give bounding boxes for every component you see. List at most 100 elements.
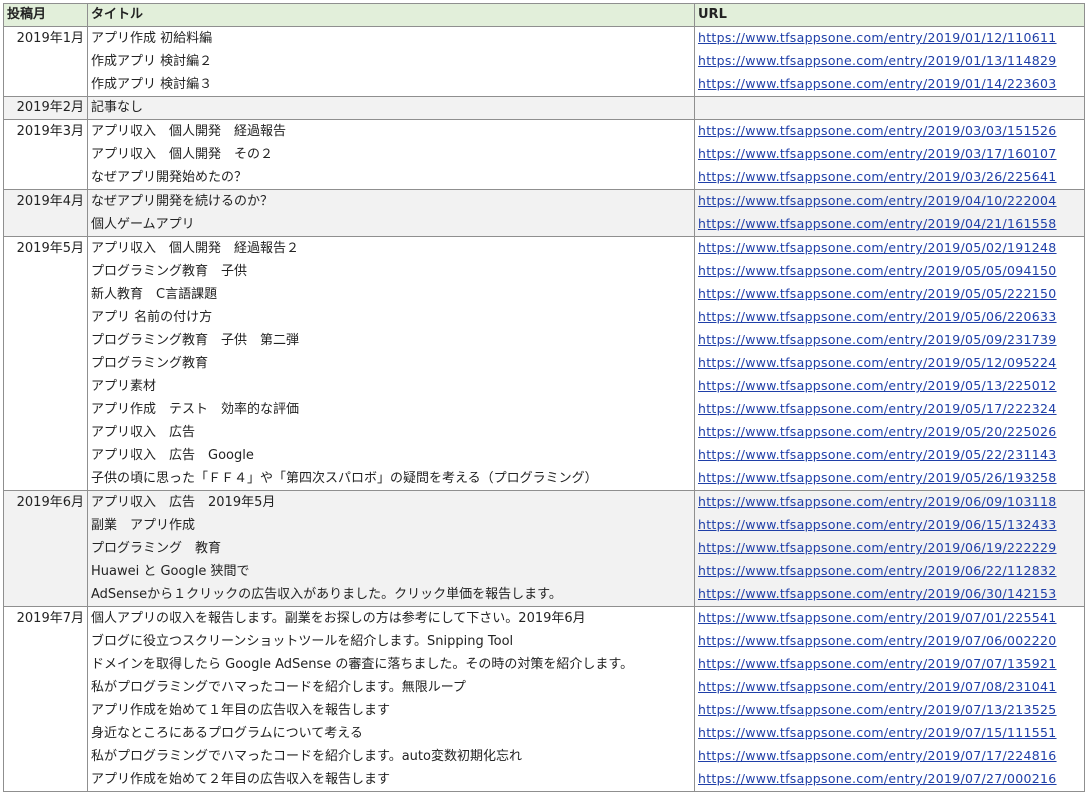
article-link[interactable]: https://www.tfsappsone.com/entry/2019/07… — [698, 771, 1057, 786]
column-header-month[interactable]: 投稿月 — [3, 3, 88, 27]
title-cell[interactable]: アプリ素材 — [87, 375, 695, 398]
title-cell[interactable]: なぜアプリ開発を続けるのか？ — [87, 189, 695, 213]
month-cell[interactable] — [3, 73, 88, 97]
url-cell[interactable] — [694, 96, 1085, 120]
title-cell[interactable]: 個人ゲームアプリ — [87, 213, 695, 237]
month-cell[interactable]: 2019年4月 — [3, 189, 88, 213]
url-cell[interactable]: https://www.tfsappsone.com/entry/2019/05… — [694, 421, 1085, 444]
title-cell[interactable]: アプリ作成を始めて１年目の広告収入を報告します — [87, 699, 695, 722]
article-link[interactable]: https://www.tfsappsone.com/entry/2019/07… — [698, 748, 1057, 763]
article-link[interactable]: https://www.tfsappsone.com/entry/2019/01… — [698, 53, 1057, 68]
article-link[interactable]: https://www.tfsappsone.com/entry/2019/03… — [698, 123, 1057, 138]
url-cell[interactable]: https://www.tfsappsone.com/entry/2019/07… — [694, 653, 1085, 676]
article-link[interactable]: https://www.tfsappsone.com/entry/2019/03… — [698, 146, 1057, 161]
title-cell[interactable]: プログラミング教育 — [87, 352, 695, 375]
url-cell[interactable]: https://www.tfsappsone.com/entry/2019/03… — [694, 166, 1085, 190]
url-cell[interactable]: https://www.tfsappsone.com/entry/2019/04… — [694, 213, 1085, 237]
title-cell[interactable]: アプリ収入 広告 Google — [87, 444, 695, 467]
month-cell[interactable] — [3, 213, 88, 237]
title-cell[interactable]: アプリ作成 テスト 効率的な評価 — [87, 398, 695, 421]
title-cell[interactable]: AdSenseから１クリックの広告収入がありました。クリック単価を報告します。 — [87, 583, 695, 607]
url-cell[interactable]: https://www.tfsappsone.com/entry/2019/04… — [694, 189, 1085, 213]
article-link[interactable]: https://www.tfsappsone.com/entry/2019/05… — [698, 263, 1057, 278]
url-cell[interactable]: https://www.tfsappsone.com/entry/2019/07… — [694, 768, 1085, 792]
url-cell[interactable]: https://www.tfsappsone.com/entry/2019/05… — [694, 352, 1085, 375]
month-cell[interactable] — [3, 722, 88, 745]
title-cell[interactable]: 身近なところにあるプログラムについて考える — [87, 722, 695, 745]
article-link[interactable]: https://www.tfsappsone.com/entry/2019/05… — [698, 378, 1057, 393]
title-cell[interactable]: 子供の頃に思った「ＦＦ４」や「第四次スパロボ」の疑問を考える（プログラミング） — [87, 467, 695, 491]
month-cell[interactable] — [3, 260, 88, 283]
month-cell[interactable] — [3, 560, 88, 583]
month-cell[interactable] — [3, 166, 88, 190]
month-cell[interactable] — [3, 283, 88, 306]
article-link[interactable]: https://www.tfsappsone.com/entry/2019/05… — [698, 355, 1057, 370]
month-cell[interactable] — [3, 352, 88, 375]
title-cell[interactable]: 記事なし — [87, 96, 695, 120]
title-cell[interactable]: アプリ作成を始めて２年目の広告収入を報告します — [87, 768, 695, 792]
article-link[interactable]: https://www.tfsappsone.com/entry/2019/05… — [698, 286, 1057, 301]
url-cell[interactable]: https://www.tfsappsone.com/entry/2019/06… — [694, 583, 1085, 607]
article-link[interactable]: https://www.tfsappsone.com/entry/2019/04… — [698, 193, 1057, 208]
title-cell[interactable]: 個人アプリの収入を報告します。副業をお探しの方は参考にして下さい。2019年6月 — [87, 606, 695, 630]
month-cell[interactable] — [3, 421, 88, 444]
month-cell[interactable]: 2019年7月 — [3, 606, 88, 630]
title-cell[interactable]: プログラミング教育 子供 第二弾 — [87, 329, 695, 352]
url-cell[interactable]: https://www.tfsappsone.com/entry/2019/06… — [694, 514, 1085, 537]
article-link[interactable]: https://www.tfsappsone.com/entry/2019/01… — [698, 30, 1057, 45]
url-cell[interactable]: https://www.tfsappsone.com/entry/2019/05… — [694, 467, 1085, 491]
month-cell[interactable] — [3, 699, 88, 722]
title-cell[interactable]: 副業 アプリ作成 — [87, 514, 695, 537]
title-cell[interactable]: アプリ収入 広告 — [87, 421, 695, 444]
url-cell[interactable]: https://www.tfsappsone.com/entry/2019/07… — [694, 606, 1085, 630]
month-cell[interactable] — [3, 444, 88, 467]
title-cell[interactable]: ブログに役立つスクリーンショットツールを紹介します。Snipping Tool — [87, 630, 695, 653]
month-cell[interactable] — [3, 583, 88, 607]
month-cell[interactable]: 2019年6月 — [3, 490, 88, 514]
month-cell[interactable] — [3, 630, 88, 653]
url-cell[interactable]: https://www.tfsappsone.com/entry/2019/05… — [694, 283, 1085, 306]
url-cell[interactable]: https://www.tfsappsone.com/entry/2019/05… — [694, 398, 1085, 421]
column-header-url[interactable]: URL — [694, 3, 1085, 27]
month-cell[interactable] — [3, 375, 88, 398]
article-link[interactable]: https://www.tfsappsone.com/entry/2019/03… — [698, 169, 1057, 184]
title-cell[interactable]: アプリ収入 個人開発 経過報告２ — [87, 236, 695, 260]
url-cell[interactable]: https://www.tfsappsone.com/entry/2019/07… — [694, 699, 1085, 722]
month-cell[interactable] — [3, 676, 88, 699]
url-cell[interactable]: https://www.tfsappsone.com/entry/2019/07… — [694, 676, 1085, 699]
article-link[interactable]: https://www.tfsappsone.com/entry/2019/07… — [698, 679, 1057, 694]
month-cell[interactable] — [3, 514, 88, 537]
article-link[interactable]: https://www.tfsappsone.com/entry/2019/05… — [698, 447, 1057, 462]
url-cell[interactable]: https://www.tfsappsone.com/entry/2019/07… — [694, 722, 1085, 745]
url-cell[interactable]: https://www.tfsappsone.com/entry/2019/01… — [694, 50, 1085, 73]
article-link[interactable]: https://www.tfsappsone.com/entry/2019/05… — [698, 309, 1057, 324]
month-cell[interactable] — [3, 467, 88, 491]
article-link[interactable]: https://www.tfsappsone.com/entry/2019/06… — [698, 563, 1057, 578]
url-cell[interactable]: https://www.tfsappsone.com/entry/2019/06… — [694, 490, 1085, 514]
title-cell[interactable]: プログラミング 教育 — [87, 537, 695, 560]
article-link[interactable]: https://www.tfsappsone.com/entry/2019/04… — [698, 216, 1057, 231]
title-cell[interactable]: アプリ作成 初給料編 — [87, 26, 695, 50]
article-link[interactable]: https://www.tfsappsone.com/entry/2019/07… — [698, 725, 1057, 740]
title-cell[interactable]: 作成アプリ 検討編３ — [87, 73, 695, 97]
title-cell[interactable]: Huawei と Google 狭間で — [87, 560, 695, 583]
month-cell[interactable] — [3, 537, 88, 560]
article-link[interactable]: https://www.tfsappsone.com/entry/2019/06… — [698, 586, 1057, 601]
article-link[interactable]: https://www.tfsappsone.com/entry/2019/06… — [698, 517, 1057, 532]
title-cell[interactable]: 私がプログラミングでハマったコードを紹介します。無限ループ — [87, 676, 695, 699]
url-cell[interactable]: https://www.tfsappsone.com/entry/2019/06… — [694, 537, 1085, 560]
article-link[interactable]: https://www.tfsappsone.com/entry/2019/07… — [698, 610, 1057, 625]
month-cell[interactable] — [3, 745, 88, 768]
title-cell[interactable]: プログラミング教育 子供 — [87, 260, 695, 283]
title-cell[interactable]: なぜアプリ開発始めたの？ — [87, 166, 695, 190]
title-cell[interactable]: ドメインを取得したら Google AdSense の審査に落ちました。その時の… — [87, 653, 695, 676]
article-link[interactable]: https://www.tfsappsone.com/entry/2019/06… — [698, 494, 1057, 509]
article-link[interactable]: https://www.tfsappsone.com/entry/2019/07… — [698, 702, 1057, 717]
article-link[interactable]: https://www.tfsappsone.com/entry/2019/05… — [698, 470, 1057, 485]
title-cell[interactable]: アプリ 名前の付け方 — [87, 306, 695, 329]
article-link[interactable]: https://www.tfsappsone.com/entry/2019/07… — [698, 633, 1057, 648]
title-cell[interactable]: 私がプログラミングでハマったコードを紹介します。auto変数初期化忘れ — [87, 745, 695, 768]
month-cell[interactable]: 2019年1月 — [3, 26, 88, 50]
month-cell[interactable]: 2019年3月 — [3, 119, 88, 143]
month-cell[interactable] — [3, 653, 88, 676]
